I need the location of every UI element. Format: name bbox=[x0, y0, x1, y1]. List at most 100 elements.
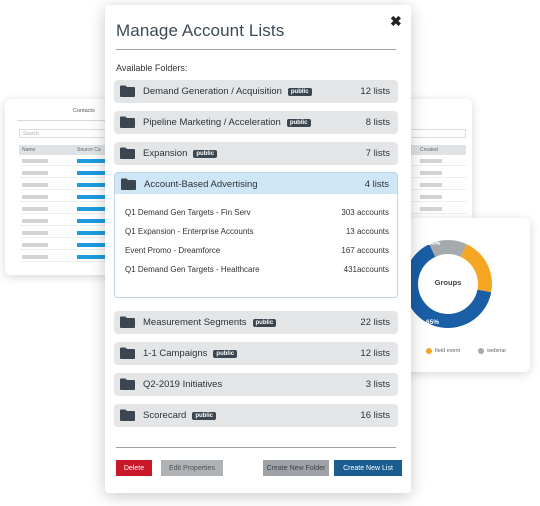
folder-row-account-based-advertising[interactable]: Account-Based Advertising 4 lists bbox=[114, 172, 398, 195]
table-row bbox=[408, 156, 466, 166]
account-list-item[interactable]: Q1 Expansion - Enterprise Accounts 13 ac… bbox=[125, 227, 389, 241]
account-list-count: 167 accounts bbox=[341, 246, 389, 255]
table-row bbox=[19, 156, 117, 166]
account-list-name: Event Promo - Dreamforce bbox=[125, 246, 221, 255]
manage-account-lists-dialog: Manage Account Lists ✖ Available Folders… bbox=[105, 5, 411, 493]
contacts-tab: Contacts bbox=[17, 107, 117, 121]
dialog-title: Manage Account Lists bbox=[116, 21, 285, 40]
folder-row-1-1-campaigns[interactable]: 1-1 Campaigns public 12 lists bbox=[114, 342, 398, 365]
table-row bbox=[19, 192, 117, 202]
folder-name-text: Pipeline Marketing / Acceleration bbox=[143, 117, 281, 128]
folder-row-measurement-segments[interactable]: Measurement Segments public 22 lists bbox=[114, 311, 398, 334]
folder-row-demand-generation[interactable]: Demand Generation / Acquisition public 12… bbox=[114, 80, 398, 103]
account-list-count: 303 accounts bbox=[341, 208, 389, 217]
account-list-name: Q1 Demand Gen Targets - Healthcare bbox=[125, 265, 260, 274]
folder-name: Expansion public bbox=[143, 148, 218, 159]
close-icon[interactable]: ✖ bbox=[390, 13, 402, 30]
column-header-name: Name bbox=[22, 147, 36, 153]
background-search-placeholder: Search bbox=[23, 131, 39, 137]
background-table-header: Name Source Ca bbox=[19, 145, 117, 155]
folder-name: Account-Based Advertising bbox=[144, 179, 258, 190]
legend-label: webinar bbox=[487, 348, 507, 354]
folder-icon bbox=[120, 116, 135, 128]
public-badge: public bbox=[252, 319, 277, 327]
folder-name: Pipeline Marketing / Acceleration public bbox=[143, 117, 311, 128]
divider bbox=[116, 49, 396, 50]
folder-name-text: Expansion bbox=[143, 148, 188, 159]
folder-icon bbox=[120, 347, 135, 359]
delete-button[interactable]: Delete bbox=[116, 460, 152, 476]
folder-name: Demand Generation / Acquisition public bbox=[143, 86, 312, 97]
expanded-folder-lists: Q1 Demand Gen Targets - Fin Serv 303 acc… bbox=[114, 194, 398, 298]
public-badge: public bbox=[193, 150, 218, 158]
folder-name: Measurement Segments public bbox=[143, 317, 277, 328]
account-list-name: Q1 Expansion - Enterprise Accounts bbox=[125, 227, 254, 236]
account-list-item[interactable]: Event Promo - Dreamforce 167 accounts bbox=[125, 246, 389, 260]
folder-icon bbox=[120, 85, 135, 97]
legend-dot bbox=[426, 348, 432, 354]
table-row bbox=[408, 204, 466, 214]
create-new-folder-button[interactable]: Create New Folder bbox=[263, 460, 329, 476]
folder-name-text: Measurement Segments bbox=[143, 317, 247, 328]
background-table-header: Created bbox=[408, 145, 466, 155]
create-new-list-button[interactable]: Create New List bbox=[334, 460, 402, 476]
folder-icon bbox=[120, 409, 135, 421]
folder-icon bbox=[120, 316, 135, 328]
column-header-source: Source Ca bbox=[77, 147, 101, 153]
background-search-field: Search bbox=[19, 129, 117, 138]
account-list-item[interactable]: Q1 Demand Gen Targets - Fin Serv 303 acc… bbox=[125, 208, 389, 222]
folder-name-text: Scorecard bbox=[143, 410, 187, 421]
donut-center-label: Groups bbox=[434, 278, 462, 287]
folder-list-count: 12 lists bbox=[360, 86, 390, 97]
folder-list-count: 22 lists bbox=[360, 317, 390, 328]
folder-row-scorecard[interactable]: Scorecard public 16 lists bbox=[114, 404, 398, 427]
table-row bbox=[19, 228, 117, 238]
account-list-count: 13 accounts bbox=[345, 227, 389, 236]
table-row bbox=[19, 240, 117, 250]
folder-list-count: 4 lists bbox=[364, 179, 389, 190]
folder-name-text: Demand Generation / Acquisition bbox=[143, 86, 282, 97]
legend-item-field-event: field event bbox=[426, 348, 460, 354]
account-list-item[interactable]: Q1 Demand Gen Targets - Healthcare 431ac… bbox=[125, 265, 389, 279]
folder-list-count: 7 lists bbox=[365, 148, 390, 159]
table-row bbox=[19, 180, 117, 190]
table-row bbox=[19, 204, 117, 214]
folder-row-expansion[interactable]: Expansion public 7 lists bbox=[114, 142, 398, 165]
contacts-tab-label: Contacts bbox=[73, 108, 95, 114]
folder-icon bbox=[120, 378, 135, 390]
folder-name: Q2-2019 Initiatives bbox=[143, 379, 223, 390]
table-row bbox=[408, 168, 466, 178]
slice-label-14: 14% bbox=[427, 240, 441, 247]
edit-properties-button[interactable]: Edit Properties bbox=[161, 460, 223, 476]
public-badge: public bbox=[287, 88, 312, 96]
background-groups-chart-card: 14% 65% Groups field event webinar bbox=[400, 218, 530, 372]
legend-label: field event bbox=[435, 348, 461, 354]
groups-donut-chart bbox=[404, 240, 492, 328]
account-list-count: 431accounts bbox=[343, 265, 389, 274]
table-row bbox=[408, 192, 466, 202]
folder-list-count: 8 lists bbox=[365, 117, 390, 128]
folder-name: 1-1 Campaigns public bbox=[143, 348, 238, 359]
folder-row-pipeline-marketing[interactable]: Pipeline Marketing / Acceleration public … bbox=[114, 111, 398, 134]
folder-icon bbox=[121, 178, 136, 190]
divider bbox=[116, 447, 396, 448]
table-row bbox=[408, 180, 466, 190]
folder-icon bbox=[120, 147, 135, 159]
table-row bbox=[19, 216, 117, 226]
folder-list-count: 3 lists bbox=[365, 379, 390, 390]
table-row bbox=[19, 252, 117, 262]
slice-label-65: 65% bbox=[426, 319, 440, 326]
table-row bbox=[19, 168, 117, 178]
account-list-name: Q1 Demand Gen Targets - Fin Serv bbox=[125, 208, 251, 217]
legend-dot bbox=[478, 348, 484, 354]
public-badge: public bbox=[286, 119, 311, 127]
folder-row-q2-2019-initiatives[interactable]: Q2-2019 Initiatives 3 lists bbox=[114, 373, 398, 396]
available-folders-label: Available Folders: bbox=[116, 63, 188, 73]
folder-list-count: 12 lists bbox=[360, 348, 390, 359]
public-badge: public bbox=[213, 350, 238, 358]
folder-name: Scorecard public bbox=[143, 410, 216, 421]
background-contacts-card: Contacts Search Name Source Ca bbox=[5, 99, 117, 275]
public-badge: public bbox=[192, 412, 216, 420]
legend-item-webinar: webinar bbox=[478, 348, 506, 354]
folder-name-text: 1-1 Campaigns bbox=[143, 348, 208, 359]
